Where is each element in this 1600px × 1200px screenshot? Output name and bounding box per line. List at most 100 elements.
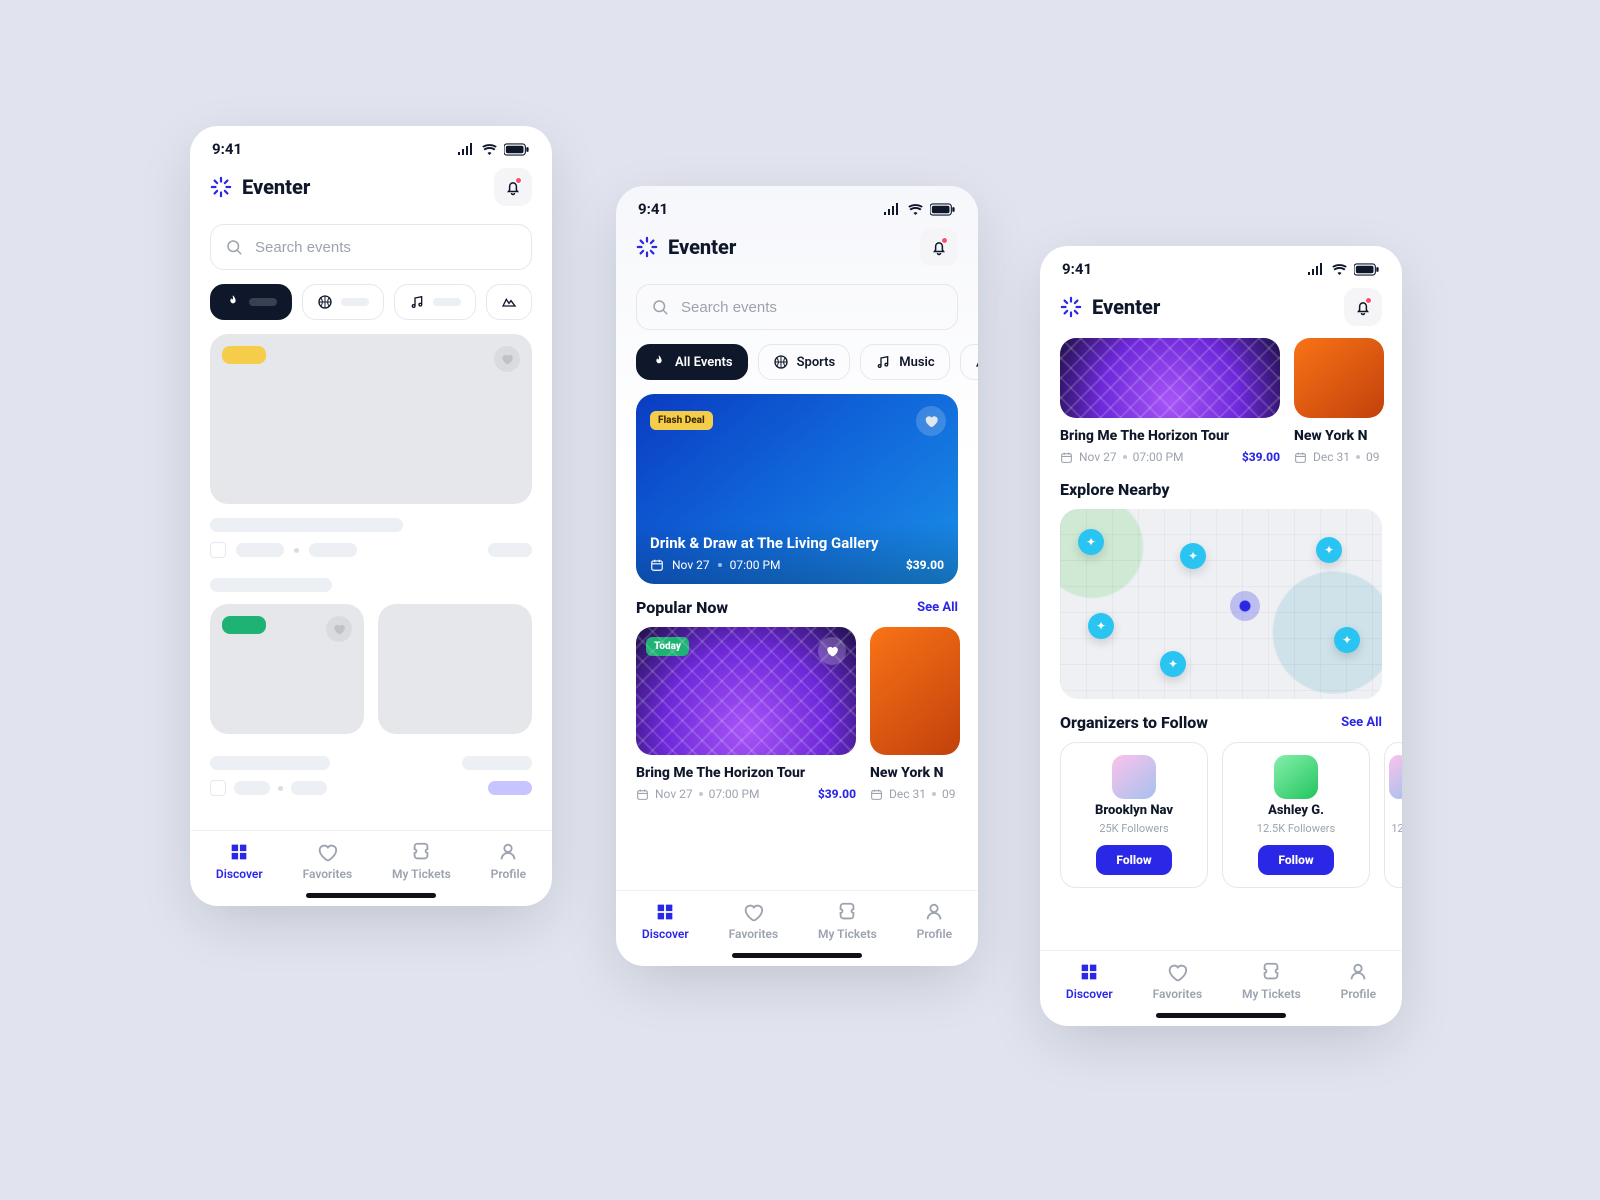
map-pin[interactable]: ✦ [1078,529,1104,555]
section-organizers: Organizers to Follow See All [1040,713,1402,732]
search-field[interactable] [253,238,517,257]
status-time: 9:41 [638,200,668,218]
calendar-icon [1294,451,1307,464]
notifications-button[interactable] [494,168,532,206]
event-card[interactable]: Today Bring Me The Horizon Tour Nov 2707… [636,627,856,801]
avatar [1274,755,1318,799]
organizer-card[interactable]: 12. [1384,742,1402,888]
map-me [1230,591,1260,621]
section-popular: Popular Now See All [616,598,978,617]
feature-meta: Nov 27 07:00 PM $39.00 [650,558,944,572]
tab-favorites[interactable]: Favorites [729,901,779,941]
organizer-card[interactable]: Brooklyn Nav 25K Followers Follow [1060,742,1208,888]
basketball-icon [773,354,789,370]
event-meta: Dec 3109 [870,787,960,801]
avatar [1389,755,1402,799]
tab-favorites[interactable]: Favorites [1153,961,1203,1001]
battery-icon [1354,263,1380,276]
status-icons [457,143,530,156]
tab-profile[interactable]: Profile [491,841,526,881]
event-card[interactable]: New York N Dec 3109 [870,627,960,801]
calendar-icon [650,558,664,572]
event-card-skeleton[interactable] [378,604,532,734]
today-badge: Today [646,637,689,656]
music-icon [409,294,425,310]
chip-sports[interactable]: Sports [758,344,851,380]
fire-icon [651,354,667,370]
event-card[interactable]: New York N Dec 3109 [1294,338,1384,464]
basketball-icon [317,294,333,310]
tab-profile[interactable]: Profile [917,901,952,941]
event-thumb [1060,338,1280,418]
chip-music[interactable]: Music [860,344,949,380]
section-title: Popular Now [636,598,728,617]
notifications-button[interactable] [920,228,958,266]
tab-favorites[interactable]: Favorites [303,841,353,881]
popular-list: Today Bring Me The Horizon Tour Nov 2707… [616,627,978,801]
app-name: Eventer [1092,295,1160,319]
tab-tickets[interactable]: My Tickets [392,841,451,881]
search-field[interactable] [679,298,943,317]
tab-discover[interactable]: Discover [642,901,689,941]
chip-more-ghost[interactable] [486,284,532,320]
event-title: Bring Me The Horizon Tour [636,765,856,781]
cellular-icon [883,203,901,215]
event-meta: Nov 2707:00 PM $39.00 [636,787,856,801]
notifications-button[interactable] [1344,288,1382,326]
notification-dot [1365,297,1372,304]
tab-bar: Discover Favorites My Tickets Profile [1040,950,1402,1005]
title-skeleton [210,518,403,532]
map-pin[interactable]: ✦ [1160,651,1186,677]
favorite-button[interactable] [494,346,520,372]
tab-profile[interactable]: Profile [1341,961,1376,1001]
app-name: Eventer [668,235,736,259]
home-indicator [306,893,436,898]
cellular-icon [457,143,475,155]
cellular-icon [1307,263,1325,275]
see-all-link[interactable]: See All [1341,715,1382,730]
featured-event-card[interactable]: Flash Deal Drink & Draw at The Living Ga… [636,394,958,584]
wifi-icon [1331,263,1348,275]
tab-tickets[interactable]: My Tickets [818,901,877,941]
status-time: 9:41 [212,140,242,158]
phone-skeleton: 9:41 Eventer [190,126,552,906]
map-pin[interactable]: ✦ [1088,613,1114,639]
search-input[interactable] [210,224,532,270]
organizer-followers: 25K Followers [1099,822,1168,835]
tab-discover[interactable]: Discover [1066,961,1113,1001]
see-all-link[interactable]: See All [917,600,958,615]
event-card-skeleton[interactable] [210,604,364,734]
follow-button[interactable]: Follow [1096,845,1171,875]
tab-tickets[interactable]: My Tickets [1242,961,1301,1001]
explore-map[interactable]: ✦ ✦ ✦ ✦ ✦ ✦ [1060,509,1382,699]
feature-price: $39.00 [906,558,944,572]
map-pin[interactable]: ✦ [1334,627,1360,653]
calendar-icon [636,788,649,801]
event-title: New York N [870,765,960,781]
event-meta: Nov 2707:00 PM $39.00 [1060,450,1280,464]
favorite-button[interactable] [916,406,946,436]
event-card[interactable]: Bring Me The Horizon Tour Nov 2707:00 PM… [1060,338,1280,464]
chip-all-ghost[interactable] [210,284,292,320]
follow-button[interactable]: Follow [1258,845,1333,875]
tab-discover[interactable]: Discover [216,841,263,881]
theatre-icon [501,294,517,310]
popular-list: Bring Me The Horizon Tour Nov 2707:00 PM… [1040,338,1402,464]
favorite-button[interactable] [818,637,846,665]
chip-all[interactable]: All Events [636,344,748,380]
status-bar: 9:41 [1040,246,1402,284]
event-card-skeleton[interactable] [210,334,532,504]
organizer-card[interactable]: Ashley G. 12.5K Followers Follow [1222,742,1370,888]
map-pin[interactable]: ✦ [1316,537,1342,563]
chip-sports-ghost[interactable] [302,284,384,320]
meta-skeleton-row [210,780,532,796]
event-thumb [1294,338,1384,418]
notification-dot [515,177,522,184]
search-input[interactable] [636,284,958,330]
status-time: 9:41 [1062,260,1092,278]
chip-music-ghost[interactable] [394,284,476,320]
chip-more[interactable] [960,344,978,380]
map-pin[interactable]: ✦ [1180,543,1206,569]
title-skeleton-row [210,756,532,770]
favorite-button[interactable] [326,616,352,642]
